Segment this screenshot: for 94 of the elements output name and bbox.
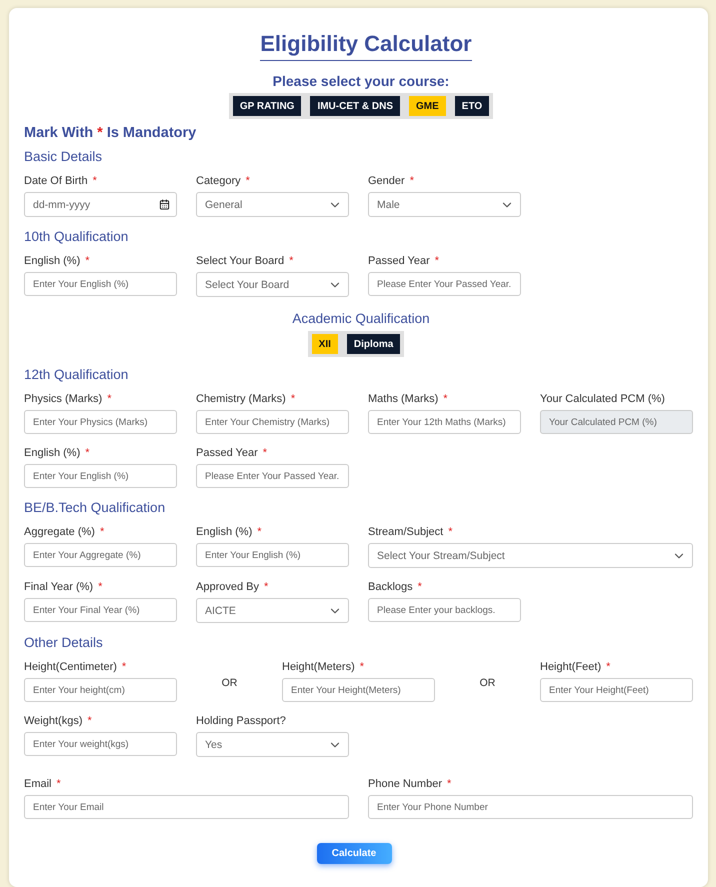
required-mark: * [264, 581, 268, 593]
qualification-tab[interactable]: XII [312, 334, 338, 354]
required-mark: * [257, 526, 262, 538]
field-label: Gender [368, 175, 405, 187]
section-heading: 10th Qualification [24, 229, 130, 244]
field-label: English (%) [196, 526, 252, 538]
course-tab[interactable]: GP RATING [232, 96, 302, 116]
input-field[interactable]: Please Enter Your Passed Year. [196, 464, 349, 488]
required-mark: * [107, 393, 112, 405]
input-field[interactable]: Enter Your 12th Maths (Marks) [368, 410, 521, 434]
input-field[interactable]: Enter Your height(cm) [24, 678, 177, 702]
required-mark: * [56, 778, 61, 790]
select-field[interactable]: Select Your Board [196, 272, 349, 297]
required-mark: * [246, 175, 250, 187]
field-label: Select Your Board [196, 255, 284, 267]
section-heading: Academic Qualification [291, 311, 431, 326]
field-label: Height(Feet) [540, 661, 602, 673]
mandatory-note: Mark With [24, 125, 94, 141]
calculate-button[interactable]: Calculate [316, 843, 392, 864]
page-title: Eligibility Calculator [260, 32, 472, 61]
field-label: Physics (Marks) [24, 393, 102, 405]
input-field[interactable]: Please Enter your backlogs. [368, 598, 521, 622]
required-mark: * [97, 125, 103, 141]
required-mark: * [87, 715, 92, 727]
input-field[interactable]: Your Calculated PCM (%) [540, 410, 693, 434]
required-mark: * [447, 778, 452, 790]
select-field[interactable]: AICTE [196, 598, 349, 623]
input-field[interactable]: Enter Your Height(Meters) [282, 678, 435, 702]
input-field[interactable]: Enter Your weight(kgs) [24, 732, 177, 756]
field-label: Backlogs [368, 581, 413, 593]
required-mark: * [418, 581, 422, 593]
required-mark: * [448, 526, 452, 538]
field-label: Approved By [196, 581, 259, 593]
required-mark: * [100, 526, 104, 538]
calendar-icon [159, 199, 170, 210]
input-field[interactable]: Enter Your English (%) [196, 543, 349, 567]
required-mark: * [290, 393, 296, 405]
input-field[interactable]: Enter Your Phone Number [368, 795, 693, 819]
course-tab[interactable]: IMU-CET & DNS [310, 96, 400, 116]
select-field[interactable]: Yes [196, 732, 349, 757]
course-prompt: Please select your course: [272, 73, 450, 89]
required-mark: * [85, 447, 90, 459]
field-label: Weight(kgs) [24, 715, 82, 727]
field-label: Category [196, 175, 241, 187]
field-label: Your Calculated PCM (%) [540, 393, 665, 405]
input-field[interactable]: Enter Your English (%) [24, 272, 177, 296]
course-tab[interactable]: ETO [454, 96, 490, 116]
required-mark: * [410, 175, 414, 187]
field-label: Height(Centimeter) [24, 661, 117, 673]
required-mark: * [606, 661, 610, 673]
field-label: English (%) [24, 255, 80, 267]
required-mark: * [262, 447, 268, 459]
input-field[interactable]: Enter Your Physics (Marks) [24, 410, 177, 434]
required-mark: * [92, 175, 97, 187]
select-field[interactable]: Male [368, 192, 521, 217]
field-label: Passed Year [368, 255, 430, 267]
field-label: Final Year (%) [24, 581, 94, 593]
field-label: Date Of Birth [24, 175, 88, 187]
field-label: Passed Year [196, 447, 258, 459]
input-field[interactable]: Enter Your Chemistry (Marks) [196, 410, 349, 434]
section-heading: Other Details [24, 635, 104, 650]
input-field[interactable]: Enter Your Final Year (%) [24, 598, 177, 622]
input-field[interactable]: Enter Your Aggregate (%) [24, 543, 177, 567]
select-field[interactable]: General [196, 192, 349, 217]
required-mark: * [289, 255, 294, 267]
input-field[interactable]: Enter Your Email [24, 795, 349, 819]
section-heading: 12th Qualification [24, 367, 130, 382]
qualification-tab[interactable]: Diploma [346, 334, 400, 354]
required-mark: * [434, 255, 440, 267]
required-mark: * [443, 393, 448, 405]
or-text: OR [480, 677, 496, 689]
field-label: Chemistry (Marks) [196, 393, 286, 405]
course-tab[interactable]: GME [409, 96, 446, 116]
field-label: Maths (Marks) [368, 393, 438, 405]
required-mark: * [85, 255, 90, 267]
section-heading: Basic Details [24, 149, 104, 164]
field-label: Email [24, 778, 52, 790]
or-text: OR [222, 677, 238, 689]
field-label: Holding Passport? [196, 715, 286, 727]
required-mark: * [98, 581, 102, 593]
select-field[interactable]: Select Your Stream/Subject [368, 543, 693, 568]
input-field[interactable]: Please Enter Your Passed Year. [368, 272, 521, 296]
field-label: Phone Number [368, 778, 442, 790]
field-label: Stream/Subject [368, 526, 444, 538]
input-field[interactable]: Enter Your English (%) [24, 464, 177, 488]
input-field[interactable]: Enter Your Height(Feet) [540, 678, 693, 702]
field-label: Aggregate (%) [24, 526, 95, 538]
required-mark: * [360, 661, 364, 673]
field-label: Height(Meters) [282, 661, 355, 673]
section-heading: BE/B.Tech Qualification [24, 500, 166, 515]
field-label: English (%) [24, 447, 80, 459]
date-field[interactable]: dd-mm-yyyy [24, 192, 177, 217]
mandatory-note: Is Mandatory [106, 125, 196, 141]
required-mark: * [122, 661, 126, 673]
